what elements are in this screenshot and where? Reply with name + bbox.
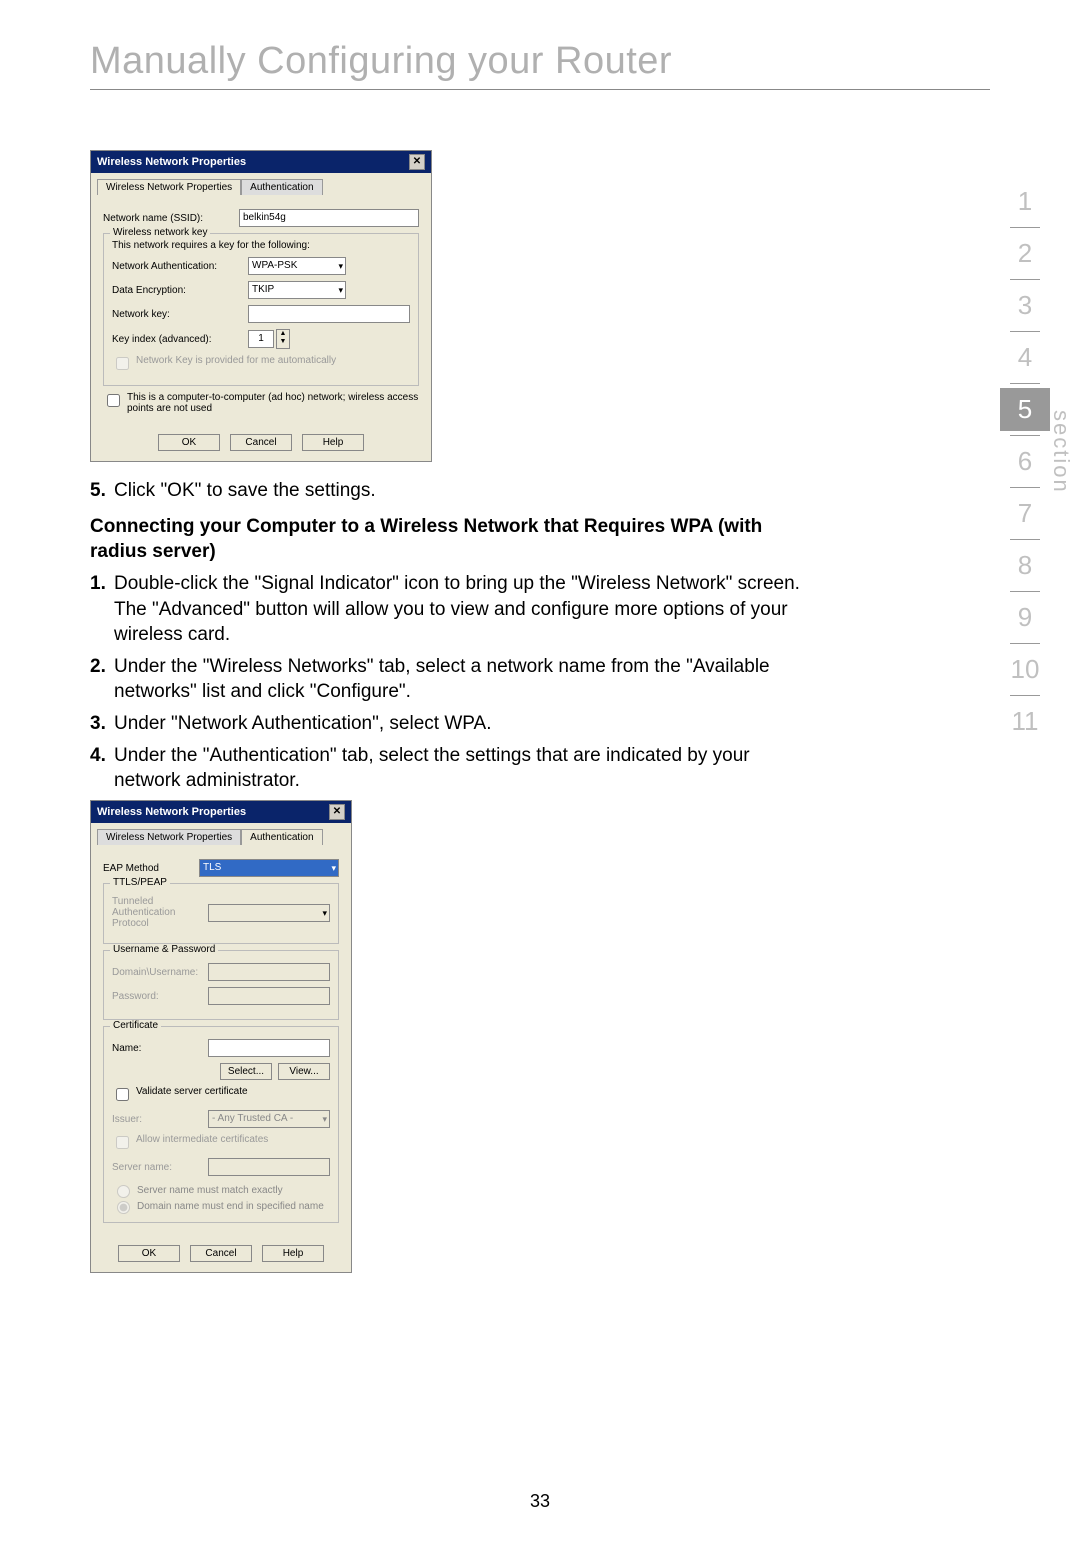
close-icon[interactable]: ✕ — [409, 154, 425, 170]
cert-legend: Certificate — [110, 1020, 161, 1031]
issuer-label: Issuer: — [112, 1114, 202, 1125]
validate-checkbox[interactable] — [116, 1088, 129, 1101]
radio-exact — [117, 1185, 130, 1198]
close-icon[interactable]: ✕ — [329, 804, 345, 820]
adhoc-checkbox[interactable] — [107, 394, 120, 407]
subheading: Connecting your Computer to a Wireless N… — [90, 514, 810, 565]
auth-select[interactable]: WPA-PSK — [248, 257, 346, 275]
enc-label: Data Encryption: — [112, 285, 242, 296]
adhoc-label: This is a computer-to-computer (ad hoc) … — [127, 392, 419, 414]
radio-end — [117, 1201, 130, 1214]
tunneled-select — [208, 904, 330, 922]
wnk-legend: Wireless network key — [110, 227, 210, 238]
tab-wireless-properties[interactable]: Wireless Network Properties — [97, 829, 241, 845]
auto-key-checkbox — [116, 357, 129, 370]
help-button[interactable]: Help — [302, 434, 364, 451]
issuer-select: - Any Trusted CA - — [208, 1110, 330, 1128]
section-label: section — [1048, 410, 1074, 494]
section-8: 8 — [1000, 544, 1050, 587]
select-button[interactable]: Select... — [220, 1063, 272, 1080]
eap-label: EAP Method — [103, 863, 193, 874]
wireless-properties-dialog-1: Wireless Network Properties ✕ Wireless N… — [90, 150, 432, 462]
ssid-label: Network name (SSID): — [103, 213, 233, 224]
section-6: 6 — [1000, 440, 1050, 483]
section-4: 4 — [1000, 336, 1050, 379]
instructions: 5.Click "OK" to save the settings. Conne… — [90, 478, 810, 794]
tab-authentication[interactable]: Authentication — [241, 179, 322, 195]
page-title: Manually Configuring your Router — [90, 40, 990, 83]
dialog2-title: Wireless Network Properties — [97, 806, 246, 818]
tunneled-label: Tunneled Authentication Protocol — [112, 896, 202, 929]
eap-select[interactable]: TLS — [199, 859, 339, 877]
dialog1-title: Wireless Network Properties — [97, 156, 246, 168]
key-label: Network key: — [112, 309, 242, 320]
validate-label: Validate server certificate — [136, 1086, 248, 1097]
section-7: 7 — [1000, 492, 1050, 535]
key-input[interactable] — [248, 305, 410, 323]
auth-label: Network Authentication: — [112, 261, 242, 272]
server-label: Server name: — [112, 1162, 202, 1173]
cert-name-input[interactable] — [208, 1039, 330, 1057]
name-label: Name: — [112, 1043, 202, 1054]
section-1: 1 — [1000, 180, 1050, 223]
step1-text: Double-click the "Signal Indicator" icon… — [114, 571, 810, 648]
allow-checkbox — [116, 1136, 129, 1149]
section-nav: 1 2 3 4 5 6 7 8 9 10 11 — [1000, 180, 1050, 743]
page-number: 33 — [0, 1491, 1080, 1512]
step5-text: Click "OK" to save the settings. — [114, 478, 810, 504]
section-9: 9 — [1000, 596, 1050, 639]
auto-key-label: Network Key is provided for me automatic… — [136, 355, 336, 366]
tab-wireless-properties[interactable]: Wireless Network Properties — [97, 179, 241, 195]
userpw-legend: Username & Password — [110, 944, 218, 955]
help-button[interactable]: Help — [262, 1245, 324, 1262]
radio-exact-label: Server name must match exactly — [137, 1185, 283, 1196]
section-5: 5 — [1000, 388, 1050, 431]
password-input — [208, 987, 330, 1005]
step4-text: Under the "Authentication" tab, select t… — [114, 743, 810, 794]
ttls-legend: TTLS/PEAP — [110, 877, 170, 888]
keyidx-spinner[interactable]: 1 ▲▼ — [248, 329, 290, 349]
ok-button[interactable]: OK — [118, 1245, 180, 1262]
ok-button[interactable]: OK — [158, 434, 220, 451]
password-label: Password: — [112, 991, 202, 1002]
title-underline — [90, 89, 990, 90]
cancel-button[interactable]: Cancel — [230, 434, 292, 451]
wireless-properties-dialog-2: Wireless Network Properties ✕ Wireless N… — [90, 800, 352, 1273]
wnk-desc: This network requires a key for the foll… — [112, 240, 410, 251]
tab-authentication[interactable]: Authentication — [241, 829, 322, 845]
view-button[interactable]: View... — [278, 1063, 330, 1080]
section-2: 2 — [1000, 232, 1050, 275]
server-input — [208, 1158, 330, 1176]
ssid-input[interactable]: belkin54g — [239, 209, 419, 227]
section-3: 3 — [1000, 284, 1050, 327]
domain-input — [208, 963, 330, 981]
radio-end-label: Domain name must end in specified name — [137, 1201, 324, 1212]
enc-select[interactable]: TKIP — [248, 281, 346, 299]
cancel-button[interactable]: Cancel — [190, 1245, 252, 1262]
section-10: 10 — [1000, 648, 1050, 691]
step3-text: Under "Network Authentication", select W… — [114, 711, 810, 737]
allow-label: Allow intermediate certificates — [136, 1134, 268, 1145]
section-11: 11 — [1000, 700, 1050, 743]
domain-label: Domain\Username: — [112, 967, 202, 978]
step2-text: Under the "Wireless Networks" tab, selec… — [114, 654, 810, 705]
keyidx-label: Key index (advanced): — [112, 334, 242, 345]
